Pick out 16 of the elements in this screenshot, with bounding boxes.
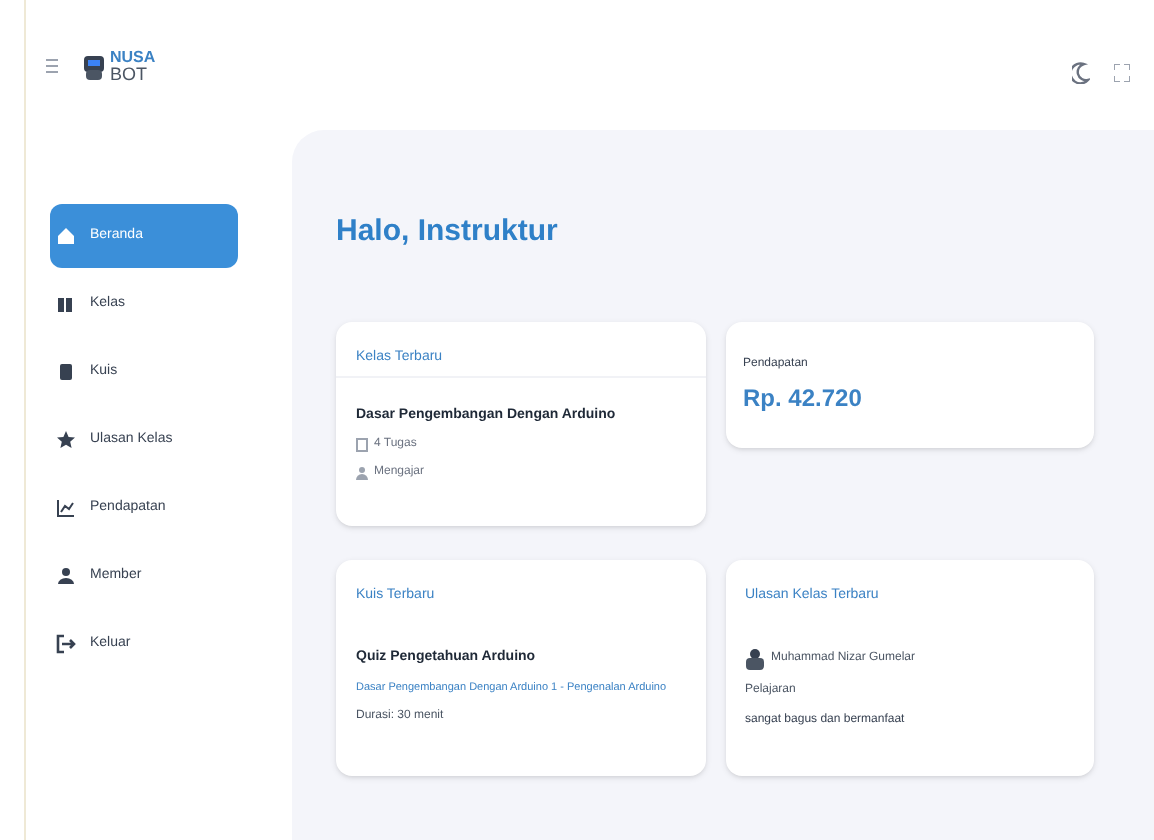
robot-logo-icon [82,51,106,79]
avatar-icon [745,647,763,669]
fullscreen-icon[interactable] [1114,64,1130,82]
logout-icon [56,634,76,654]
chart-icon [56,498,76,518]
star-icon [56,430,76,450]
greeting-heading: Halo, Instruktur [336,212,560,252]
document-icon [356,438,368,452]
menu-icon[interactable] [46,57,58,73]
logo-text: NUSA [110,47,156,65]
book-icon [56,294,76,314]
person-icon [356,466,368,480]
logo-text: BOT [110,65,150,83]
moon-icon[interactable] [1072,62,1090,84]
income-amount: Rp. 42.720 [743,381,864,415]
home-icon [56,226,76,246]
